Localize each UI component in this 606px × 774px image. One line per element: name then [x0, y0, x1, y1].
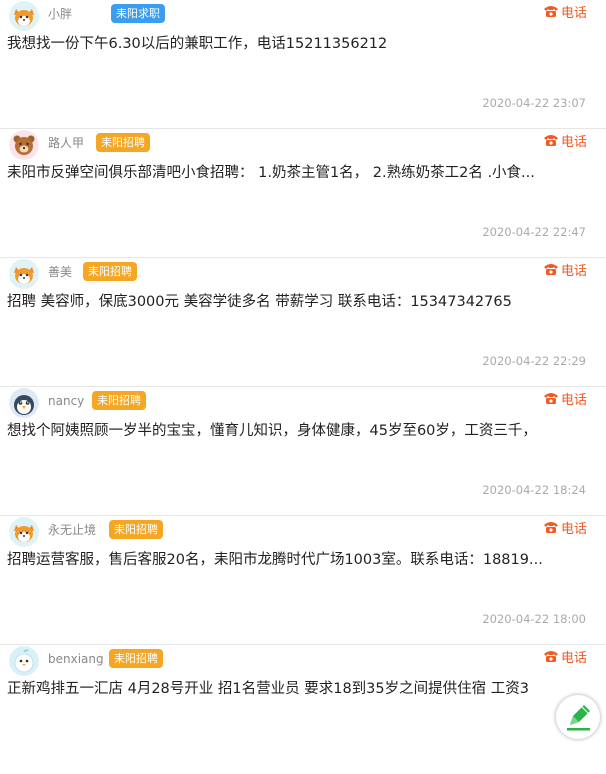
user-name[interactable]: 小胖 [48, 6, 72, 22]
post-time: 2020-04-22 23:07 [482, 96, 586, 110]
post-time: 2020-04-22 18:00 [482, 612, 586, 626]
phone-button[interactable]: 电话 [543, 520, 587, 539]
post-item[interactable]: 永无止境 耒阳招聘 电话 招聘运营客服，售后客服20名，耒阳市龙腾时代广场100… [0, 516, 606, 645]
phone-icon [543, 520, 559, 539]
user-name[interactable]: benxiang [48, 651, 104, 667]
fox-avatar-icon[interactable] [9, 259, 39, 289]
post-item[interactable]: 小胖 耒阳求职 电话 我想找一份下午6.30以后的兼职工作，电话15211356… [0, 0, 606, 129]
post-content[interactable]: 招聘 美容师，保底3000元 美容学徒多名 带薪学习 联系电话：15347342… [7, 292, 584, 312]
user-name[interactable]: 善美 [48, 264, 72, 280]
phone-icon [543, 649, 559, 668]
post-content[interactable]: 耒阳市反弹空间俱乐部清吧小食招聘： 1.奶茶主管1名， 2.熟练奶茶工2名 .小… [7, 163, 584, 183]
phone-icon [543, 391, 559, 410]
phone-label: 电话 [560, 393, 587, 408]
post-content[interactable]: 正新鸡排五一汇店 4月28号开业 招1名营业员 要求18到35岁之间提供住宿 工… [7, 679, 584, 699]
post-time: 2020-04-22 22:29 [482, 354, 586, 368]
phone-label: 电话 [560, 264, 587, 279]
fox-avatar-icon[interactable] [9, 1, 39, 31]
user-name[interactable]: 路人甲 [48, 135, 84, 151]
compose-button[interactable] [556, 695, 600, 739]
post-item[interactable]: 善美 耒阳招聘 电话 招聘 美容师，保底3000元 美容学徒多名 带薪学习 联系… [0, 258, 606, 387]
post-content[interactable]: 想找个阿姨照顾一岁半的宝宝，懂育儿知识，身体健康，45岁至60岁，工资三千， [7, 421, 584, 441]
post-content[interactable]: 我想找一份下午6.30以后的兼职工作，电话15211356212 [7, 34, 584, 54]
phone-label: 电话 [560, 135, 587, 150]
bear-avatar-icon[interactable] [9, 130, 39, 160]
phone-icon [543, 262, 559, 281]
penguin-avatar-icon[interactable] [9, 388, 39, 418]
phone-button[interactable]: 电话 [543, 649, 587, 668]
phone-label: 电话 [560, 522, 587, 537]
post-feed: 小胖 耒阳求职 电话 我想找一份下午6.30以后的兼职工作，电话15211356… [0, 0, 606, 774]
post-item[interactable]: benxiang 耒阳招聘 电话 正新鸡排五一汇店 4月28号开业 招1名营业员… [0, 645, 606, 774]
user-name[interactable]: nancy [48, 393, 84, 409]
category-badge: 耒阳招聘 [92, 391, 146, 410]
user-name[interactable]: 永无止境 [48, 522, 96, 538]
phone-icon [543, 133, 559, 152]
fox-avatar-icon[interactable] [9, 517, 39, 547]
category-badge: 耒阳招聘 [109, 649, 163, 668]
post-time: 2020-04-22 22:47 [482, 225, 586, 239]
category-badge: 耒阳招聘 [96, 133, 150, 152]
phone-button[interactable]: 电话 [543, 133, 587, 152]
post-item[interactable]: nancy 耒阳招聘 电话 想找个阿姨照顾一岁半的宝宝，懂育儿知识，身体健康，4… [0, 387, 606, 516]
category-badge: 耒阳招聘 [83, 262, 137, 281]
phone-icon [543, 4, 559, 23]
post-time: 2020-04-22 18:24 [482, 483, 586, 497]
chick-avatar-icon[interactable] [9, 646, 39, 676]
post-item[interactable]: 路人甲 耒阳招聘 电话 耒阳市反弹空间俱乐部清吧小食招聘： 1.奶茶主管1名， … [0, 129, 606, 258]
phone-label: 电话 [560, 6, 587, 21]
post-content[interactable]: 招聘运营客服，售后客服20名，耒阳市龙腾时代广场1003室。联系电话：18819… [7, 550, 584, 570]
category-badge: 耒阳招聘 [109, 520, 163, 539]
phone-button[interactable]: 电话 [543, 391, 587, 410]
phone-label: 电话 [560, 651, 587, 666]
phone-button[interactable]: 电话 [543, 262, 587, 281]
phone-button[interactable]: 电话 [543, 4, 587, 23]
category-badge: 耒阳求职 [111, 4, 165, 23]
